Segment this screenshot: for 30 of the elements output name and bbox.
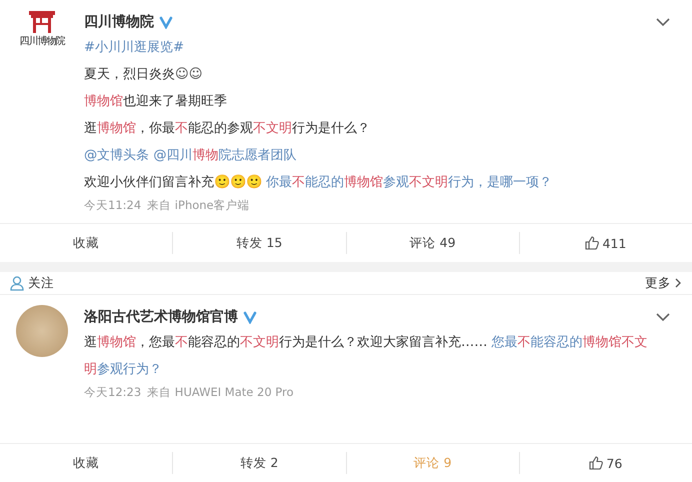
action-button[interactable]: 转发 15 <box>172 232 346 254</box>
post-text: 夏天，烈日炎炎☺☺ <box>84 66 204 84</box>
action-button[interactable]: 收藏 <box>0 232 172 254</box>
post-text: 逛博物馆，您最不能容忍的不文明行为是什么？欢迎大家留言补充…… 您最不能容忍的博物馆不文明参观行为？ <box>84 334 649 379</box>
chevron-right-icon <box>675 278 682 288</box>
post-text: 欢迎小伙伴们留言补充🙂🙂🙂 你最不能忍的博物馆参观不文明行为，是哪一项？ <box>84 174 554 192</box>
action-button[interactable]: 收藏 <box>0 452 172 474</box>
post-source: 来自 HUAWEI Mate 20 Pro <box>147 385 294 400</box>
author-name[interactable]: 四川博物院 <box>84 13 154 31</box>
post-source: 来自 iPhone客户端 <box>147 198 250 213</box>
logo-text: 四川博物院 <box>20 34 64 48</box>
action-button[interactable]: 评论 49 <box>346 232 519 254</box>
post-text: 逛博物馆，你最不能忍的参观不文明行为是什么？ <box>84 120 371 138</box>
action-button[interactable]: 转发 2 <box>172 452 346 474</box>
caret-icon[interactable] <box>656 18 670 26</box>
like-button[interactable]: 411 <box>518 232 692 254</box>
post-text: 博物馆也迎来了暑期旺季 <box>84 93 228 111</box>
like-button[interactable]: 76 <box>518 452 692 474</box>
thumbs-up-icon <box>589 456 604 470</box>
follow-button[interactable]: 关注 <box>10 274 54 292</box>
gate-logo-icon <box>28 10 56 34</box>
post-time: 今天12:23 <box>84 385 142 400</box>
more-button[interactable]: 更多 <box>645 274 682 292</box>
post-time: 今天11:24 <box>84 198 142 213</box>
thumbs-up-icon <box>585 236 600 250</box>
author-name[interactable]: 洛阳古代艺术博物馆官博 <box>84 308 238 326</box>
post-text: @文博头条 @四川博物院志愿者团队 <box>84 147 298 165</box>
caret-icon[interactable] <box>656 312 670 322</box>
post-text: #小川川逛展览# <box>84 39 186 57</box>
user-icon <box>10 276 24 290</box>
